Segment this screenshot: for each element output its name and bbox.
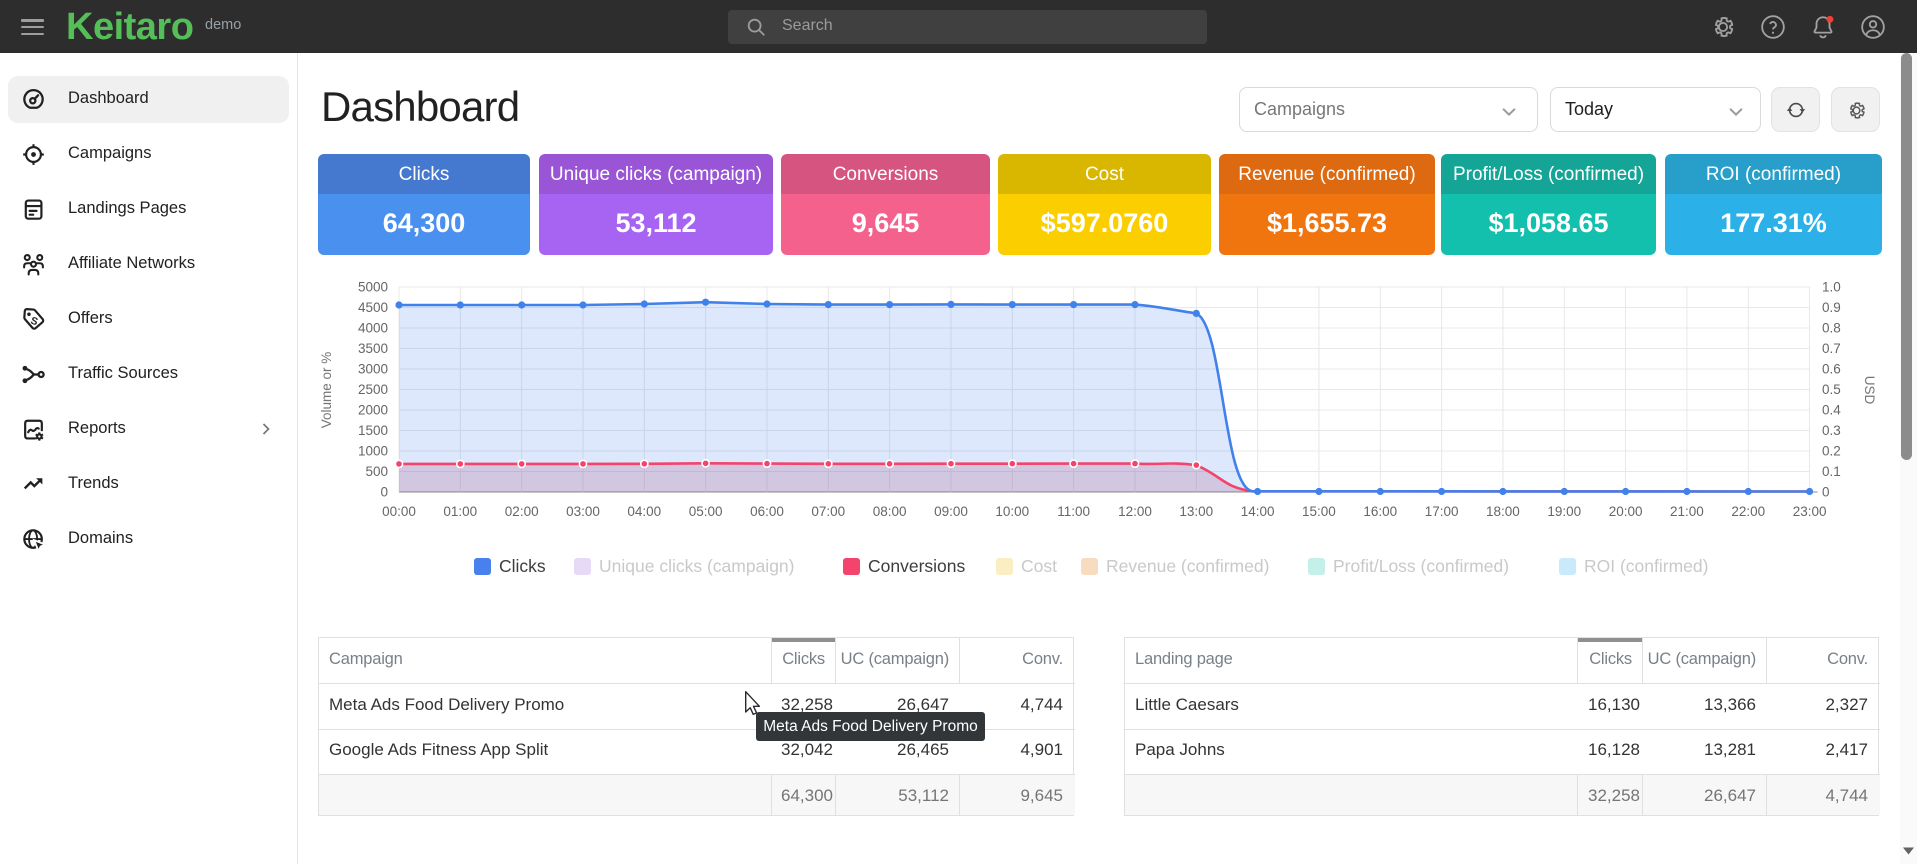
svg-text:14:00: 14:00 xyxy=(1241,504,1275,519)
svg-text:01:00: 01:00 xyxy=(443,504,477,519)
svg-text:02:00: 02:00 xyxy=(505,504,539,519)
svg-text:16:00: 16:00 xyxy=(1363,504,1397,519)
svg-text:USD: USD xyxy=(1862,376,1877,405)
svg-text:18:00: 18:00 xyxy=(1486,504,1520,519)
svg-text:0.1: 0.1 xyxy=(1822,464,1841,479)
svg-text:03:00: 03:00 xyxy=(566,504,600,519)
svg-text:22:00: 22:00 xyxy=(1731,504,1765,519)
svg-text:23:00: 23:00 xyxy=(1793,504,1827,519)
svg-text:04:00: 04:00 xyxy=(627,504,661,519)
svg-text:1000: 1000 xyxy=(358,444,388,459)
svg-text:4000: 4000 xyxy=(358,321,388,336)
svg-text:0.2: 0.2 xyxy=(1822,444,1841,459)
svg-text:0: 0 xyxy=(1822,485,1830,500)
svg-text:17:00: 17:00 xyxy=(1425,504,1459,519)
svg-text:06:00: 06:00 xyxy=(750,504,784,519)
svg-text:12:00: 12:00 xyxy=(1118,504,1152,519)
svg-text:4500: 4500 xyxy=(358,300,388,315)
svg-text:19:00: 19:00 xyxy=(1547,504,1581,519)
svg-text:10:00: 10:00 xyxy=(995,504,1029,519)
svg-text:05:00: 05:00 xyxy=(689,504,723,519)
svg-text:2500: 2500 xyxy=(358,382,388,397)
svg-text:1500: 1500 xyxy=(358,423,388,438)
svg-text:0.8: 0.8 xyxy=(1822,321,1841,336)
svg-text:08:00: 08:00 xyxy=(873,504,907,519)
svg-text:21:00: 21:00 xyxy=(1670,504,1704,519)
svg-text:Volume or %: Volume or % xyxy=(319,352,334,429)
svg-text:0: 0 xyxy=(380,485,388,500)
svg-text:3500: 3500 xyxy=(358,341,388,356)
svg-text:09:00: 09:00 xyxy=(934,504,968,519)
svg-text:13:00: 13:00 xyxy=(1179,504,1213,519)
svg-text:15:00: 15:00 xyxy=(1302,504,1336,519)
svg-text:0.4: 0.4 xyxy=(1822,403,1841,418)
svg-text:00:00: 00:00 xyxy=(382,504,416,519)
svg-text:0.3: 0.3 xyxy=(1822,423,1841,438)
svg-text:2000: 2000 xyxy=(358,403,388,418)
svg-text:07:00: 07:00 xyxy=(811,504,845,519)
svg-text:500: 500 xyxy=(365,464,388,479)
svg-text:0.7: 0.7 xyxy=(1822,341,1841,356)
svg-text:5000: 5000 xyxy=(358,280,388,295)
svg-text:1.0: 1.0 xyxy=(1822,280,1841,295)
svg-text:3000: 3000 xyxy=(358,362,388,377)
svg-text:11:00: 11:00 xyxy=(1057,504,1090,519)
svg-text:0.6: 0.6 xyxy=(1822,362,1841,377)
svg-text:20:00: 20:00 xyxy=(1609,504,1643,519)
svg-text:0.9: 0.9 xyxy=(1822,300,1841,315)
svg-text:0.5: 0.5 xyxy=(1822,382,1841,397)
